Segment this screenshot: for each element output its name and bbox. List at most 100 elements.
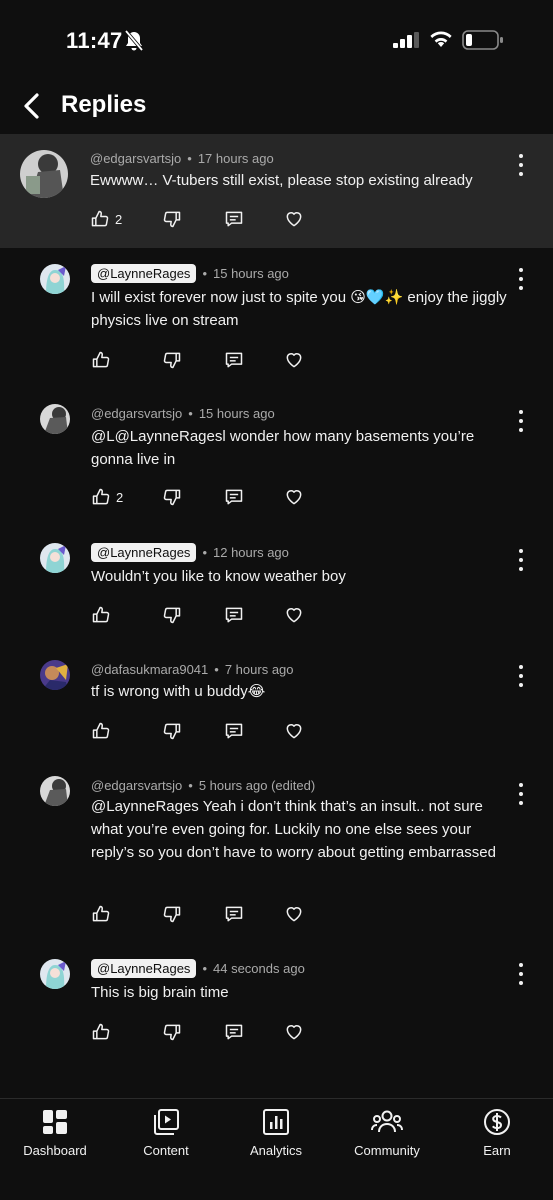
thumbs-down-icon: [163, 906, 181, 923]
reply-button[interactable]: [224, 348, 284, 372]
heart-icon: [286, 353, 302, 368]
comment-text: I will exist forever now just to spite y…: [91, 289, 507, 329]
avatar[interactable]: [40, 776, 70, 806]
like-count: 2: [116, 489, 124, 505]
timestamp: 44 seconds ago: [213, 961, 305, 976]
avatar[interactable]: [40, 264, 70, 294]
bell-slash-icon: [124, 30, 144, 52]
like-button[interactable]: [91, 719, 162, 743]
reply-icon: [225, 906, 243, 922]
avatar[interactable]: [20, 150, 68, 198]
heart-icon: [286, 907, 302, 922]
more-options-button[interactable]: [513, 268, 529, 290]
nav-earn[interactable]: Earn: [447, 1107, 547, 1158]
heart-button[interactable]: [284, 485, 304, 509]
dislike-button[interactable]: [162, 1020, 224, 1044]
heart-button[interactable]: [284, 348, 304, 372]
heart-button[interactable]: [284, 719, 304, 743]
thumbs-down-icon: [163, 352, 181, 369]
comment-meta: @edgarsvartsjo • 5 hours ago (edited): [91, 778, 315, 793]
thumbs-up-icon: [92, 351, 110, 368]
nav-label: Analytics: [249, 1143, 303, 1158]
dislike-button[interactable]: [162, 603, 224, 627]
back-button[interactable]: [14, 88, 50, 124]
more-options-button[interactable]: [513, 665, 529, 687]
heart-button[interactable]: [284, 1020, 304, 1044]
reply-item: @LaynneRages • 44 seconds ago This is bi…: [0, 948, 553, 1048]
battery-icon: [462, 30, 503, 50]
comment-actions: [91, 719, 304, 743]
thumbs-up-icon: [92, 606, 110, 623]
dislike-button[interactable]: [162, 348, 224, 372]
comment-meta: @edgarsvartsjo • 17 hours ago: [90, 151, 274, 166]
author-handle[interactable]: @edgarsvartsjo: [91, 406, 182, 421]
like-button[interactable]: 2: [90, 207, 162, 231]
more-options-button[interactable]: [513, 410, 529, 432]
heart-icon: [286, 724, 302, 739]
heart-button[interactable]: [284, 603, 304, 627]
timestamp: 17 hours ago: [197, 151, 274, 166]
comment-text: Ewwww… V-tubers still exist, please stop…: [90, 172, 473, 189]
dislike-button[interactable]: [162, 902, 224, 926]
reply-button[interactable]: [224, 207, 284, 231]
creator-handle-chip[interactable]: @LaynneRages: [91, 543, 197, 562]
nav-label: Earn: [483, 1143, 511, 1158]
comment-actions: 2: [90, 207, 304, 231]
comment-actions: [91, 348, 304, 372]
comment-text: tf is wrong with u buddy😂: [91, 683, 266, 700]
thumbs-up-icon: [91, 210, 109, 227]
nav-dashboard[interactable]: Dashboard: [5, 1107, 105, 1158]
avatar-image: [40, 404, 70, 434]
reply-button[interactable]: [224, 1020, 284, 1044]
author-handle[interactable]: @dafasukmara9041: [91, 662, 208, 677]
analytics-icon: [263, 1109, 289, 1135]
thumbs-up-icon: [92, 722, 110, 739]
reply-button[interactable]: [224, 603, 284, 627]
nav-label: Dashboard: [23, 1143, 87, 1158]
more-options-button[interactable]: [513, 963, 529, 985]
avatar[interactable]: [40, 543, 70, 573]
dislike-button[interactable]: [162, 719, 224, 743]
more-options-button[interactable]: [513, 549, 529, 571]
nav-analytics[interactable]: Analytics: [226, 1107, 326, 1158]
like-button[interactable]: [91, 348, 162, 372]
reply-button[interactable]: [224, 719, 284, 743]
reply-button[interactable]: [224, 902, 284, 926]
avatar[interactable]: [40, 660, 70, 690]
thumbs-up-icon: [92, 488, 110, 505]
wifi-icon: [430, 31, 452, 47]
nav-content[interactable]: Content: [116, 1107, 216, 1158]
reply-icon: [225, 211, 243, 227]
header: Replies: [0, 80, 553, 132]
creator-handle-chip[interactable]: @LaynneRages: [91, 959, 197, 978]
like-button[interactable]: 2: [91, 485, 162, 509]
thumbs-down-icon: [163, 723, 181, 740]
avatar[interactable]: [40, 404, 70, 434]
author-handle[interactable]: @edgarsvartsjo: [90, 151, 181, 166]
more-options-button[interactable]: [513, 154, 529, 176]
like-button[interactable]: [91, 1020, 162, 1044]
dashboard-icon: [43, 1110, 67, 1134]
status-time: 11:47: [66, 28, 123, 53]
heart-button[interactable]: [284, 207, 304, 231]
reply-icon: [225, 1024, 243, 1040]
author-handle[interactable]: @edgarsvartsjo: [91, 778, 182, 793]
separator-dot: •: [202, 266, 207, 281]
comment-meta: @LaynneRages • 44 seconds ago: [91, 959, 305, 978]
avatar[interactable]: [40, 959, 70, 989]
like-button[interactable]: [91, 603, 162, 627]
comment-actions: [91, 902, 304, 926]
comment-text: This is big brain time: [91, 984, 229, 1001]
reply-button[interactable]: [224, 485, 284, 509]
dislike-button[interactable]: [162, 207, 224, 231]
reply-item: @LaynneRages • 12 hours ago Wouldn’t you…: [0, 530, 553, 636]
more-options-button[interactable]: [513, 783, 529, 805]
content-icon: [154, 1109, 179, 1135]
dislike-button[interactable]: [162, 485, 224, 509]
heart-button[interactable]: [284, 902, 304, 926]
creator-handle-chip[interactable]: @LaynneRages: [91, 264, 197, 283]
avatar-image: [20, 150, 68, 198]
timestamp: 12 hours ago: [213, 545, 289, 560]
like-button[interactable]: [91, 902, 162, 926]
nav-community[interactable]: Community: [337, 1107, 437, 1158]
